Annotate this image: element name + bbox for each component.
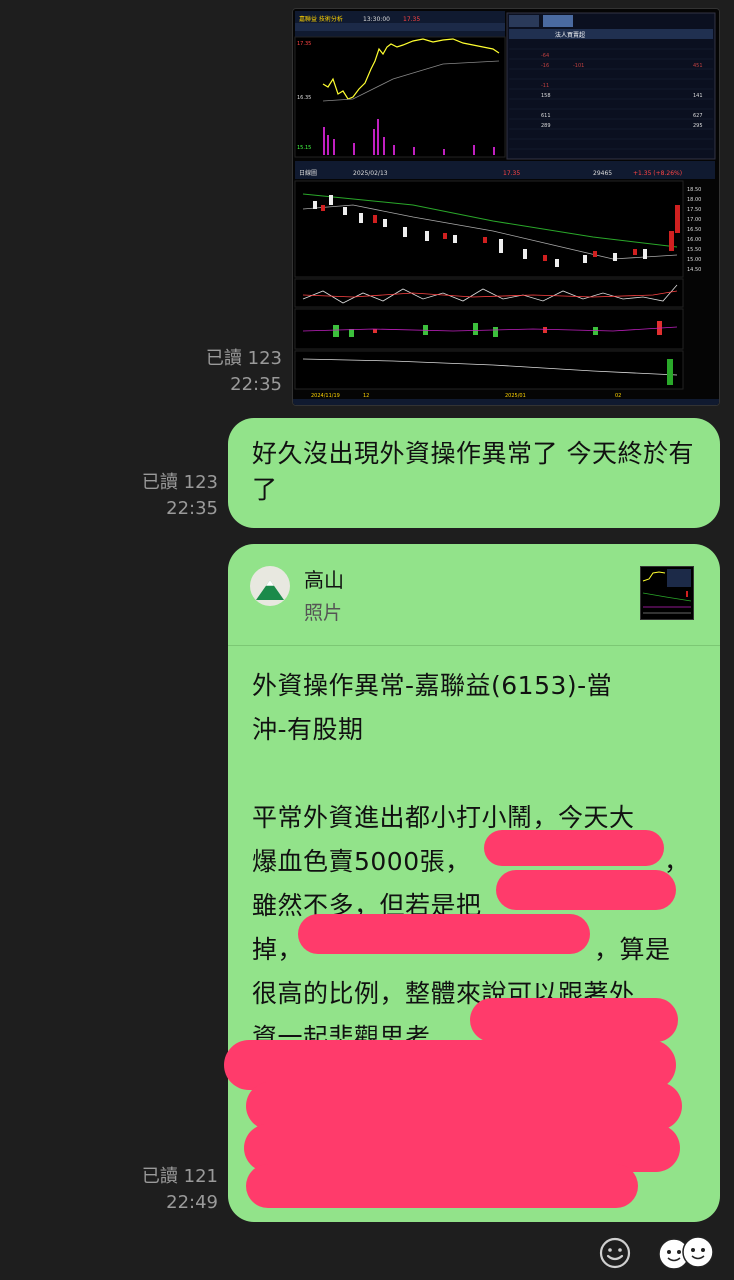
reply-quote[interactable]: 高山 照片	[228, 544, 720, 646]
read-receipt: 已讀 121	[141, 1166, 218, 1187]
svg-text:-101: -101	[573, 63, 584, 69]
svg-text:29465: 29465	[593, 170, 612, 177]
reply-sender-name: 高山	[304, 568, 344, 592]
message-bubble-2[interactable]: 好久沒出現外資操作異常了 今天終於有了	[228, 418, 720, 528]
svg-text:12: 12	[363, 393, 369, 399]
svg-text:17.00: 17.00	[687, 217, 701, 223]
svg-text:158: 158	[541, 93, 551, 99]
svg-text:451: 451	[693, 63, 703, 69]
svg-text:141: 141	[693, 93, 703, 99]
svg-text:14.50: 14.50	[687, 267, 701, 273]
svg-text:-16: -16	[541, 63, 549, 69]
sticker-icon[interactable]	[654, 1234, 718, 1272]
timestamp: 22:49	[166, 1192, 218, 1213]
redaction-mark	[470, 998, 678, 1042]
stock-chart-photo[interactable]: 嘉聯益 技術分析 13:30:00 17.35 17.35 16.35 15.1…	[292, 8, 720, 406]
timestamp: 22:35	[166, 498, 218, 519]
svg-text:13:30:00: 13:30:00	[363, 16, 390, 23]
svg-text:18.00: 18.00	[687, 197, 701, 203]
svg-text:18.50: 18.50	[687, 187, 701, 193]
svg-text:627: 627	[693, 113, 703, 119]
message-trailing-text: ，算是	[594, 935, 671, 964]
svg-text:15.15: 15.15	[297, 145, 311, 151]
redaction-mark	[298, 914, 590, 954]
timestamp: 22:35	[230, 374, 282, 395]
message-2-meta: 已讀 123 22:35	[120, 470, 218, 522]
read-receipt: 已讀 123	[205, 348, 282, 369]
svg-text:+1.35 (+8.26%): +1.35 (+8.26%)	[633, 170, 682, 177]
reply-type-label: 照片	[304, 602, 343, 624]
svg-text:-64: -64	[541, 53, 549, 59]
svg-text:-11: -11	[541, 83, 549, 89]
stock-chart-image: 嘉聯益 技術分析 13:30:00 17.35 17.35 16.35 15.1…	[293, 9, 719, 405]
svg-text:15.00: 15.00	[687, 257, 701, 263]
svg-text:17.35: 17.35	[503, 170, 520, 177]
svg-text:17.50: 17.50	[687, 207, 701, 213]
reply-thumbnail	[640, 566, 694, 620]
redaction-mark	[484, 830, 664, 866]
redaction-mark	[246, 1164, 638, 1208]
svg-text:02: 02	[615, 393, 621, 399]
svg-text:295: 295	[693, 123, 703, 129]
message-text: 好久沒出現外資操作異常了 今天終於有了	[252, 439, 694, 504]
message-line	[252, 752, 702, 796]
svg-text:17.35: 17.35	[403, 16, 420, 23]
svg-text:2024/11/19: 2024/11/19	[311, 393, 340, 399]
svg-text:17.35: 17.35	[297, 41, 311, 47]
svg-text:法人買賣超: 法人買賣超	[555, 31, 585, 39]
message-line: 沖-有股期	[252, 715, 364, 744]
svg-text:16.35: 16.35	[297, 95, 311, 101]
svg-text:289: 289	[541, 123, 551, 129]
read-receipt: 已讀 123	[141, 472, 218, 493]
svg-text:2025/01: 2025/01	[505, 393, 526, 399]
mountain-avatar-icon	[250, 566, 290, 606]
svg-text:日線圖: 日線圖	[299, 169, 317, 177]
svg-text:15.50: 15.50	[687, 247, 701, 253]
message-3-meta: 已讀 121 22:49	[120, 1164, 218, 1216]
message-1-meta: 已讀 123 22:35	[190, 346, 282, 398]
redaction-mark	[246, 1082, 682, 1130]
message-line: 外資操作異常-嘉聯益(6153)-當	[252, 671, 613, 700]
svg-text:611: 611	[541, 113, 551, 119]
svg-text:16.00: 16.00	[687, 237, 701, 243]
svg-text:2025/02/13: 2025/02/13	[353, 170, 388, 177]
redaction-mark	[496, 870, 676, 910]
svg-text:嘉聯益 技術分析: 嘉聯益 技術分析	[299, 15, 343, 23]
reply-divider	[228, 645, 720, 646]
svg-text:16.50: 16.50	[687, 227, 701, 233]
emoji-icon[interactable]	[598, 1236, 632, 1270]
